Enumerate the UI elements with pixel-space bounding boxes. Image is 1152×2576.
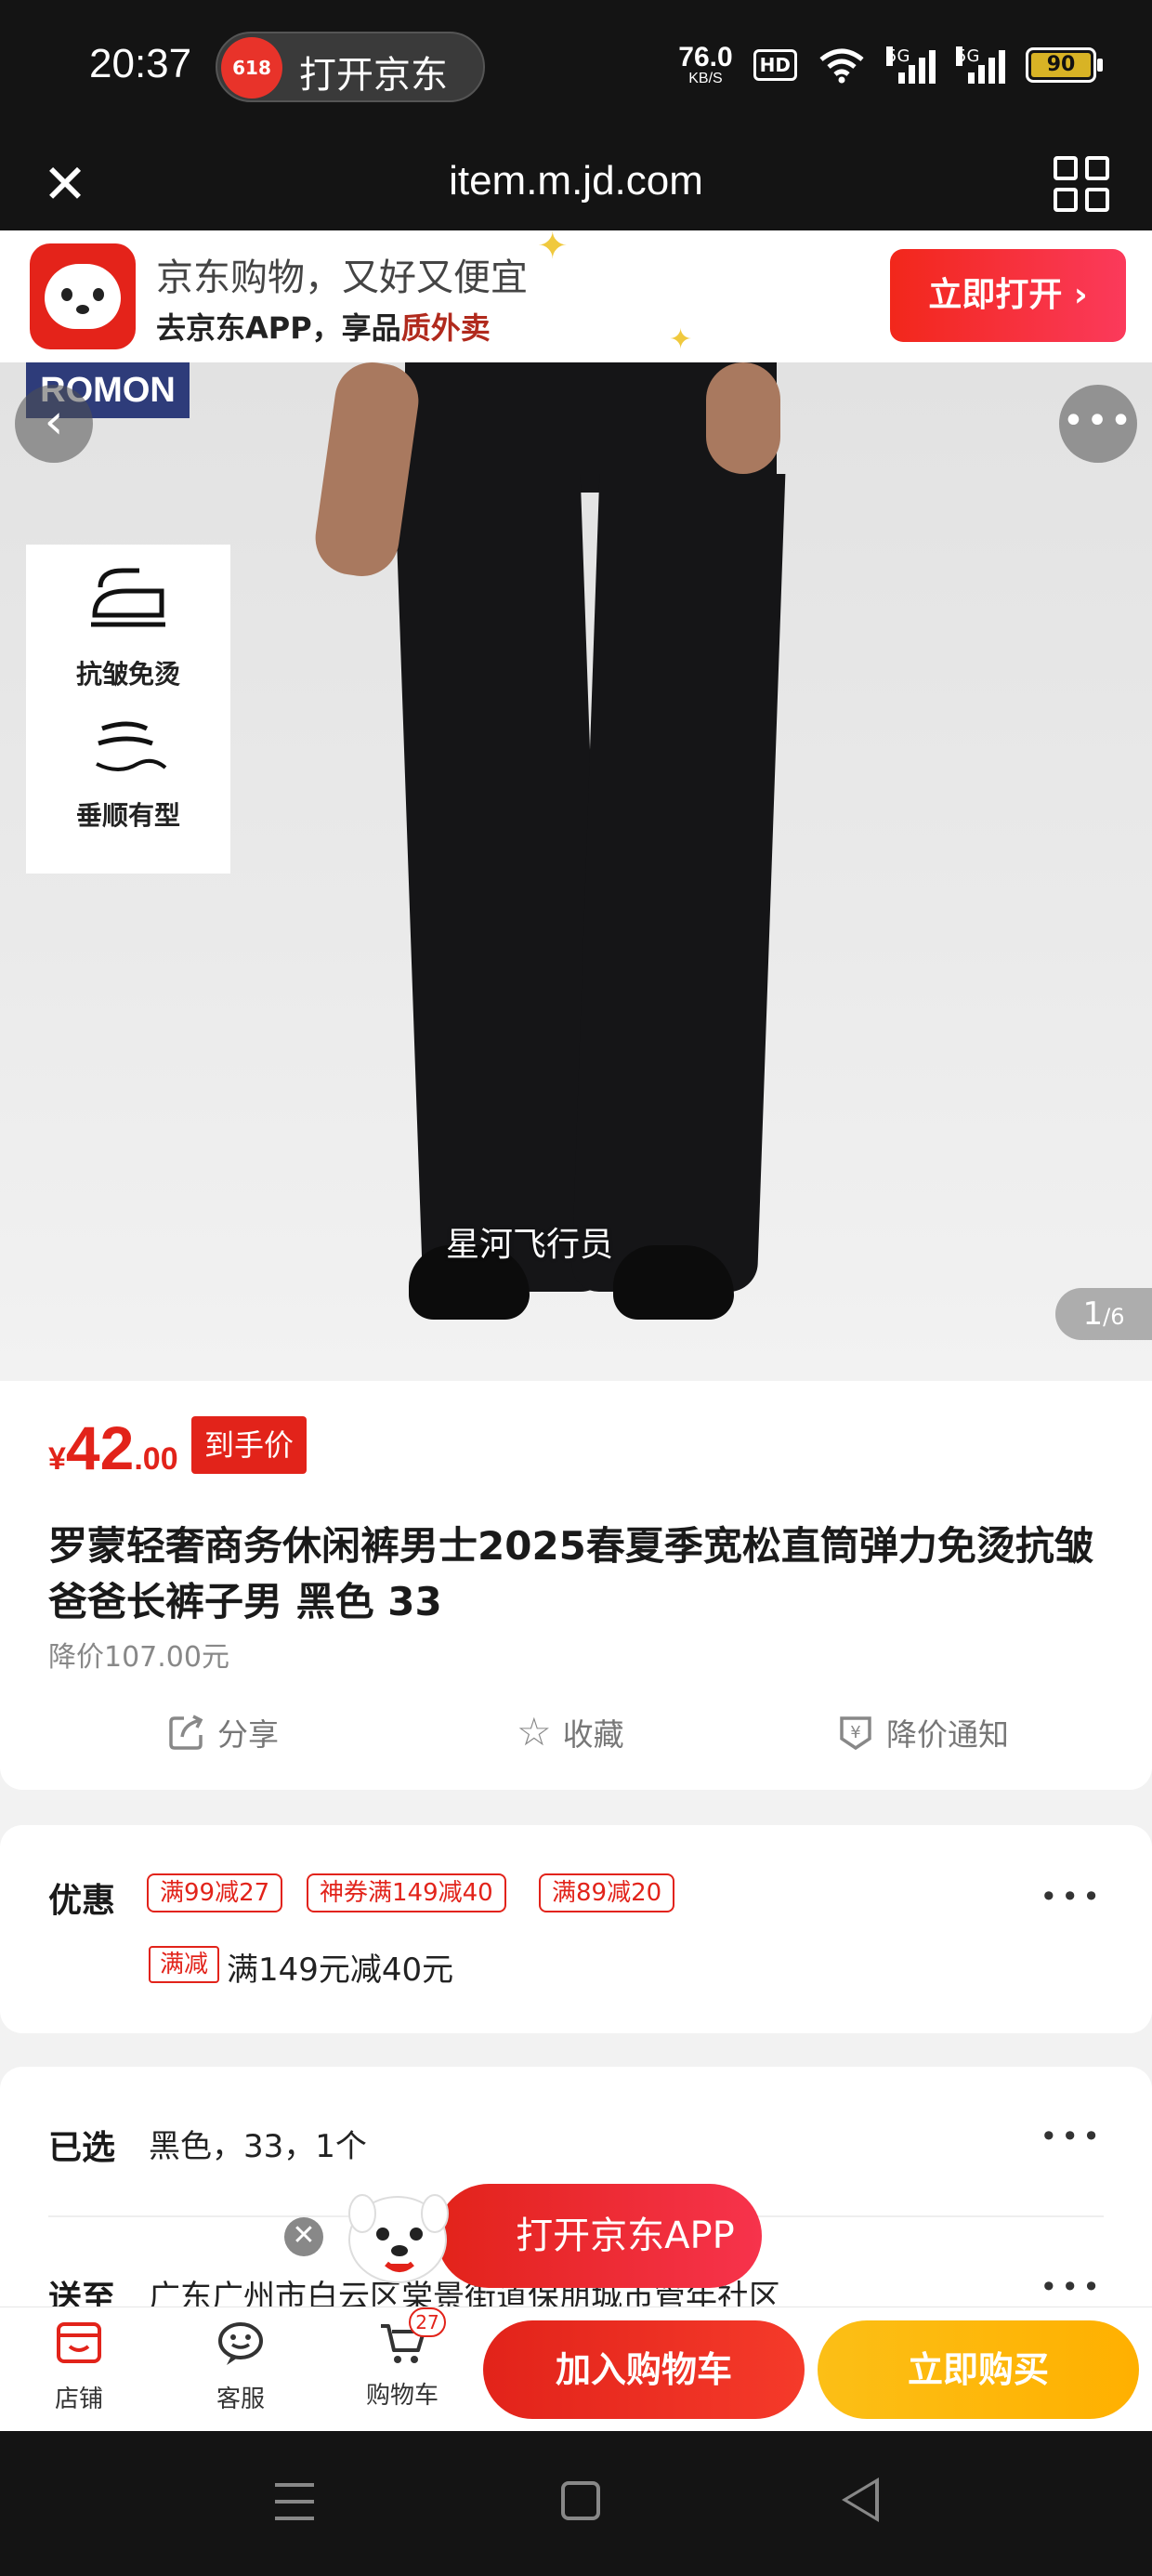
offer-detail: 满149元减40元 [227,1952,454,1989]
open-jd-pill[interactable]: 618 打开京东 [216,32,485,102]
sparkle-icon: ✦ [537,225,569,268]
system-nav-bar [0,2431,1152,2576]
image-watermark: 星河飞行员 [446,1226,614,1264]
share-icon [169,1715,203,1750]
battery-icon: 90 [1026,47,1103,83]
add-to-cart-button[interactable]: 加入购物车 [483,2320,805,2419]
open-app-now-button[interactable]: 立即打开 › [890,249,1126,342]
status-time: 20:37 [89,41,192,86]
image-counter: 1/6 [1055,1288,1152,1340]
selected-label: 已选 [48,2129,116,2167]
signal-1-icon: 5G [886,46,936,84]
more-icon[interactable]: ••• [1040,2119,1104,2154]
selected-spec[interactable]: 黑色，33，1个 [149,2121,367,2166]
svg-text:¥: ¥ [850,1723,860,1742]
promo-subline: 去京东APP，享品质外卖 [156,310,491,346]
shoe-right [613,1245,734,1320]
grid-menu-icon[interactable] [1054,156,1109,212]
back-icon[interactable]: ‹ [15,385,93,463]
open-jd-app-floating-button[interactable]: 打开京东APP [437,2184,762,2288]
offer-chip[interactable]: 满99减27 [147,1873,283,1912]
offer-chip[interactable]: 满89减20 [539,1873,675,1912]
share-button[interactable]: 分享 [167,1710,279,1755]
product-actions: 分享 ☆ 收藏 ¥ 降价通知 [0,1710,1152,1769]
share-label: 分享 [217,1716,279,1753]
hd-icon: HD [753,49,797,81]
favorite-label: 收藏 [562,1716,624,1753]
url-label[interactable]: item.m.jd.com [0,158,1152,204]
back-nav-icon[interactable] [842,2477,879,2522]
recents-icon[interactable] [275,2483,314,2520]
product-image-carousel[interactable]: ROMON 抗皱免烫 垂顺有型 ‹ ••• 星河飞行员 1/6 [0,362,1152,1381]
offer-chip[interactable]: 神券满149减40 [307,1873,506,1912]
jd-mascot-icon [348,2194,449,2283]
cart-label: 购物车 [365,2382,439,2410]
star-icon: ☆ [517,1709,552,1755]
service-label: 客服 [216,2385,265,2413]
more-icon[interactable]: ••• [1040,1879,1104,1914]
discount-tag: 满减 [149,1946,220,1983]
product-title: 罗蒙轻奢商务休闲裤男士2025春夏季宽松直筒弹力免烫抗皱爸爸长裤子男 黑色 33 [48,1523,1093,1624]
iron-icon [91,568,165,627]
final-price-badge: 到手价 [191,1416,308,1474]
status-bar: 20:37 618 打开京东 76.0 KB/S HD 5G 5G 90 [0,0,1152,138]
bottom-action-bar: 店铺 客服 27 购物车 加入购物车 立即购买 [0,2307,1152,2431]
sparkle-icon: ✦ [669,323,693,356]
feature-label: 垂顺有型 [75,800,180,831]
close-floating-icon[interactable]: ✕ [284,2217,323,2256]
hand-right [706,362,780,474]
feature-badge-panel: 抗皱免烫 垂顺有型 [26,545,230,874]
customer-service-button[interactable]: 客服 [190,2317,292,2414]
cart-button[interactable]: 27 购物车 [351,2307,453,2411]
app-promo-banner: 京东购物，又好又便宜 去京东APP，享品质外卖 ✦ ✦ 立即打开 › [0,225,1152,362]
feature-label: 抗皱免烫 [75,659,180,690]
price-alert-icon: ¥ [840,1716,871,1751]
price-alert-label: 降价通知 [886,1716,1009,1753]
jd-618-icon: 618 [221,37,282,99]
buy-now-button[interactable]: 立即购买 [818,2320,1139,2419]
offers-label: 优惠 [48,1882,116,1920]
status-icons: 76.0 KB/S HD 5G 5G 90 [678,37,1103,93]
signal-2-icon: 5G [956,46,1005,84]
offers-card[interactable] [0,1825,1152,2033]
more-icon[interactable]: ••• [1040,2269,1104,2305]
home-icon[interactable] [561,2481,600,2520]
more-options-icon[interactable]: ••• [1059,385,1137,463]
cart-count-badge: 27 [409,2307,446,2337]
store-button[interactable]: 店铺 [28,2317,130,2414]
price-alert-button[interactable]: ¥ 降价通知 [836,1710,1009,1755]
net-speed: 76.0 KB/S [678,42,733,86]
store-icon [57,2322,101,2363]
price: ¥42.00 [48,1413,178,1482]
store-label: 店铺 [54,2385,103,2413]
chat-icon [218,2322,263,2365]
favorite-button[interactable]: ☆ 收藏 [517,1710,624,1755]
drape-icon [96,721,167,771]
browser-bar: ✕ item.m.jd.com [0,138,1152,230]
battery-level: 90 [1031,53,1091,77]
wifi-icon [819,48,864,84]
promo-headline: 京东购物，又好又便宜 [156,256,528,299]
jd-mascot-logo-icon [30,243,136,349]
price-drop-note: 降价107.00元 [48,1641,229,1674]
open-jd-pill-label: 打开京东 [299,54,448,97]
